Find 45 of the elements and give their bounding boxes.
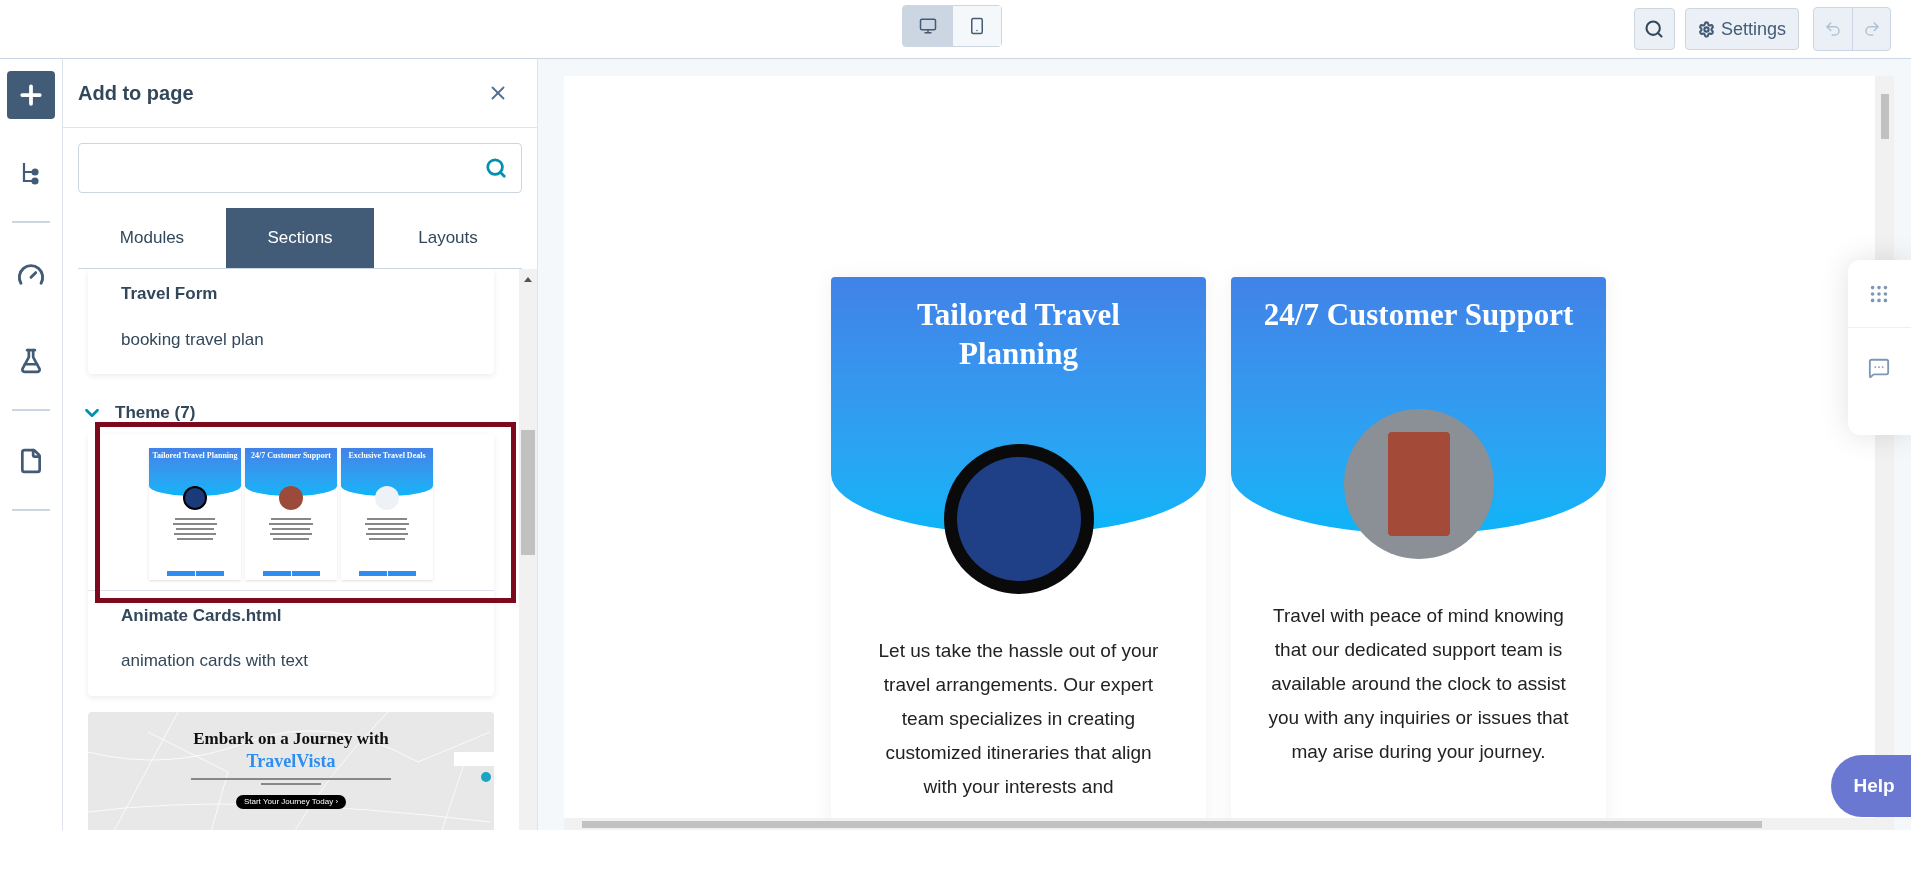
scroll-up-icon (524, 277, 532, 282)
comment-icon (1868, 357, 1890, 379)
scrollbar-thumb[interactable] (582, 820, 1762, 828)
panel-title: Add to page (78, 81, 194, 106)
sidebar-tool-button[interactable] (7, 71, 55, 119)
card-title: 24/7 Customer Support (1262, 296, 1575, 334)
section-description: booking travel plan (121, 328, 265, 351)
search-icon (485, 157, 507, 179)
section-card[interactable]: Travel Form booking travel plan (88, 269, 494, 374)
desktop-icon (918, 17, 937, 35)
hero-button: Start Your Journey Today › (235, 794, 347, 809)
hero-highlight: TravelVista (246, 749, 336, 772)
scrollbar-thumb[interactable] (1880, 94, 1889, 139)
mini-card-title: Tailored Travel Planning (151, 450, 239, 460)
mini-card-title: Exclusive Travel Deals (347, 450, 427, 460)
search-button[interactable] (1633, 8, 1675, 50)
device-toggle[interactable] (903, 6, 952, 46)
card-title: Tailored Travel Planning (916, 296, 1121, 373)
scrollbar-thumb[interactable] (521, 430, 535, 555)
scrollbar[interactable] (564, 818, 1894, 830)
mobile-icon (968, 17, 986, 35)
settings-icon (1697, 20, 1715, 38)
section-card[interactable]: Embark on a Journey with TravelVista Start Your Journey Today › (88, 711, 494, 830)
theme-group-toggle[interactable]: Theme (7) (63, 400, 214, 426)
section-card[interactable]: Tailored Travel Planning 24/7 Customer Support Exclusive Travel Deals Animate Cards.html animation cards with text (88, 433, 494, 696)
hero-heading: Embark on a Journey with (193, 727, 389, 750)
panel-tab[interactable]: Sections (226, 208, 374, 268)
search-icon (1644, 19, 1665, 39)
tree-icon (20, 161, 42, 185)
device-toggle[interactable] (952, 6, 1001, 46)
section-title: Travel Form (121, 283, 219, 305)
page-icon (18, 448, 44, 474)
chat-bubble-icon (481, 771, 491, 782)
flask-icon (18, 348, 44, 374)
card-text: Let us take the hassle out of your travel arrangements. Our expert team specializes in creating customized itineraries that align with your interests and (877, 639, 1160, 799)
undo-icon (1824, 20, 1842, 38)
help-button[interactable]: Help (1831, 755, 1911, 817)
section-description: animation cards with text (121, 650, 310, 672)
scrollbar[interactable] (519, 269, 537, 830)
mini-card-title: 24/7 Customer Support (250, 450, 332, 460)
settings-button[interactable]: Settings (1684, 8, 1799, 50)
redo-icon (1862, 20, 1881, 38)
section-title: Animate Cards.html (121, 604, 283, 627)
search-field[interactable] (78, 143, 522, 193)
card-text: Travel with peace of mind knowing that our dedicated support team is available around the clock to assist you with any inquiries or issues that may arise during your journey. (1267, 604, 1570, 764)
